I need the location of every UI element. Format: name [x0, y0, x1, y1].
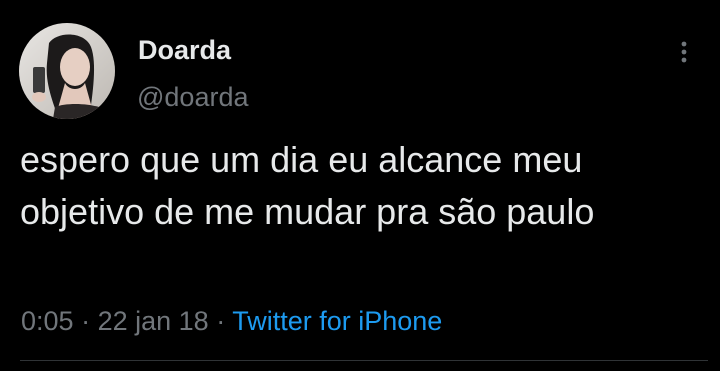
vertical-ellipsis-icon [681, 41, 687, 63]
profile-photo-icon [19, 23, 115, 119]
tweet-text: espero que um dia eu alcance meu objetiv… [20, 139, 595, 232]
more-options-button[interactable] [668, 36, 700, 68]
tweet-metadata: 0:05 · 22 jan 18 · Twitter for iPhone [21, 303, 442, 339]
avatar[interactable] [19, 23, 115, 119]
separator: · [216, 306, 226, 336]
username-handle[interactable]: @doarda [137, 80, 248, 114]
separator: · [81, 306, 91, 336]
display-name[interactable]: Doarda [138, 33, 231, 67]
tweet-date[interactable]: 22 jan 18 [98, 306, 209, 336]
divider [20, 360, 708, 361]
tweet-time[interactable]: 0:05 [21, 306, 74, 336]
source-link[interactable]: Twitter for iPhone [232, 306, 442, 336]
